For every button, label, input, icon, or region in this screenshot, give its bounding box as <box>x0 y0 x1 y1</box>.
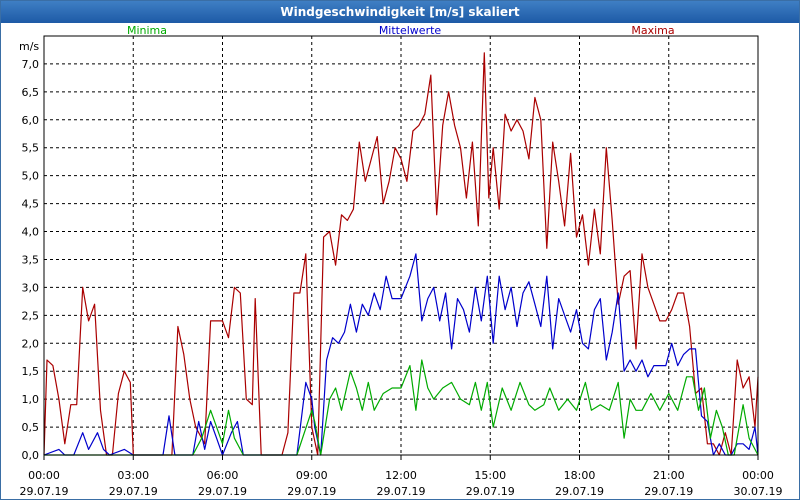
chart-window: Windgeschwindigkeit [m/s] skaliert 0,0 0,… <box>0 0 800 500</box>
y-tick-label: 3,5 <box>22 253 40 266</box>
y-tick-label: 0,5 <box>22 421 40 434</box>
y-tick-label: 5,5 <box>22 142 40 155</box>
y-tick-label: 4,0 <box>22 226 40 239</box>
y-tick-labels: 0,0 0,5 1,0 1,5 2,0 2,5 3,0 3,5 4,0 4,5 5,0 5,5 6,0 6… <box>22 58 40 462</box>
legend-minima: Minima <box>127 24 167 37</box>
legend-mittelwerte: Mittelwerte <box>379 24 442 37</box>
y-tick-label: 1,5 <box>22 365 40 378</box>
y-axis-unit: m/s <box>19 40 39 53</box>
y-tick-label: 6,5 <box>22 86 40 99</box>
y-tick-label: 0,0 <box>22 449 40 462</box>
x-tick-time: 12:00 <box>385 469 417 482</box>
x-tick-date: 29.07.19 <box>377 485 426 498</box>
x-tick-date: 29.07.19 <box>287 485 336 498</box>
x-tick-date: 30.07.19 <box>734 485 783 498</box>
y-tick-label: 2,5 <box>22 309 40 322</box>
y-tick-label: 5,0 <box>22 170 40 183</box>
legend: Minima Mittelwerte Maxima <box>127 24 675 37</box>
chart-area: 0,0 0,5 1,0 1,5 2,0 2,5 3,0 3,5 4,0 4,5 5,0 5,5 6,0 6… <box>19 24 783 498</box>
x-tick-date: 29.07.19 <box>198 485 247 498</box>
x-tick-time: 00:00 <box>28 469 60 482</box>
grid <box>44 36 758 455</box>
x-tick-time: 21:00 <box>653 469 685 482</box>
x-tick-date: 29.07.19 <box>20 485 69 498</box>
x-tick-time: 03:00 <box>117 469 149 482</box>
x-tick-date: 29.07.19 <box>109 485 158 498</box>
y-tick-label: 4,5 <box>22 198 40 211</box>
legend-maxima: Maxima <box>631 24 674 37</box>
y-tick-label: 1,0 <box>22 393 40 406</box>
x-tick-time: 00:00 <box>742 469 774 482</box>
x-tick-time: 09:00 <box>296 469 328 482</box>
x-tick-date: 29.07.19 <box>644 485 693 498</box>
x-tick-time: 15:00 <box>474 469 506 482</box>
y-tick-label: 7,0 <box>22 58 40 71</box>
y-tick-label: 3,0 <box>22 281 40 294</box>
x-tick-date: 29.07.19 <box>555 485 604 498</box>
x-tick-time: 18:00 <box>564 469 596 482</box>
x-tick-time: 06:00 <box>207 469 239 482</box>
y-tick-label: 2,0 <box>22 337 40 350</box>
y-tick-label: 6,0 <box>22 114 40 127</box>
x-tick-labels: 00:00 29.07.19 03:00 29.07.19 06:00 29.07.19 0… <box>20 455 783 498</box>
x-tick-date: 29.07.19 <box>466 485 515 498</box>
window-title: Windgeschwindigkeit [m/s] skaliert <box>1 1 799 23</box>
